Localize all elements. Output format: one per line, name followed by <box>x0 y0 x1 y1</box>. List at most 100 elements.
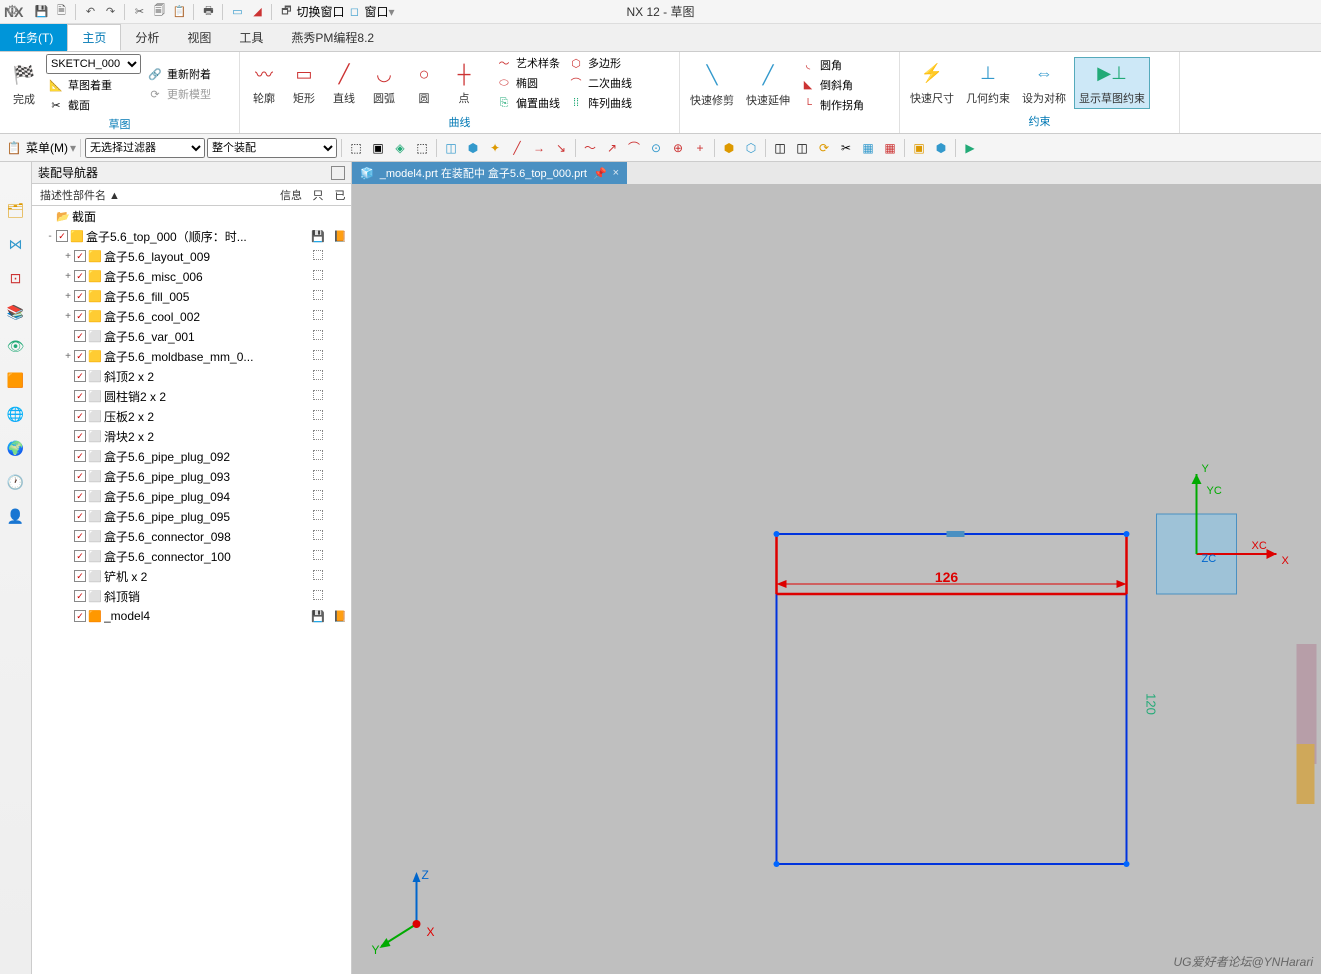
corner-button[interactable]: └制作拐角 <box>798 96 866 114</box>
expand-icon[interactable]: + <box>62 291 74 302</box>
window-icon[interactable]: ◻ <box>346 4 362 20</box>
fb-icon-4[interactable]: ⬚ <box>412 138 432 158</box>
extend-button[interactable]: ╱快速延伸 <box>742 60 794 110</box>
fb-icon-22[interactable]: ✂ <box>836 138 856 158</box>
rail-role-icon[interactable]: 👤 <box>4 504 28 528</box>
conic-button[interactable]: ⌒二次曲线 <box>566 74 634 92</box>
checkbox-icon[interactable]: ✓ <box>74 450 86 462</box>
fb-icon-8[interactable]: ╱ <box>507 138 527 158</box>
expand-icon[interactable]: + <box>62 351 74 362</box>
fb-icon-3[interactable]: ◈ <box>390 138 410 158</box>
window-menu-label[interactable]: 窗口 <box>364 3 388 20</box>
gear-icon[interactable]: ⚙ <box>6 2 19 19</box>
expand-icon[interactable]: + <box>62 271 74 282</box>
tab-pin-icon[interactable]: 📌 <box>593 167 607 180</box>
tree-row[interactable]: ✓ ⬜ 盒子5.6_pipe_plug_092 <box>32 446 351 466</box>
expand-icon[interactable]: + <box>62 251 74 262</box>
tree-row[interactable]: + ✓ 🟨 盒子5.6_layout_009 <box>32 246 351 266</box>
undo-icon[interactable]: ↶ <box>82 4 98 20</box>
pattern-button[interactable]: ⁞⁞阵列曲线 <box>566 94 634 112</box>
col-name[interactable]: 描述性部件名 <box>40 190 106 202</box>
fb-icon-18[interactable]: ⬡ <box>741 138 761 158</box>
reattach-button[interactable]: 🔗重新附着 <box>145 65 213 83</box>
circle-button[interactable]: ○圆 <box>406 58 442 108</box>
dim-text[interactable]: 126 <box>935 569 959 585</box>
fb-icon-24[interactable]: ▦ <box>880 138 900 158</box>
fb-icon-19[interactable]: ◫ <box>770 138 790 158</box>
save-icon[interactable]: 💾 <box>33 4 49 20</box>
fb-icon-1[interactable]: ⬚ <box>346 138 366 158</box>
orient-button[interactable]: 📐草图着重 <box>46 76 141 94</box>
paste-icon[interactable]: 📋 <box>171 4 187 20</box>
redo-icon[interactable]: ↷ <box>102 4 118 20</box>
tree-row[interactable]: + ✓ 🟨 盒子5.6_misc_006 <box>32 266 351 286</box>
copy-icon[interactable]: 🗐 <box>151 4 167 20</box>
geom-cons-button[interactable]: ⊥几何约束 <box>962 58 1014 108</box>
chamfer-button[interactable]: ◣倒斜角 <box>798 76 866 94</box>
checkbox-icon[interactable]: ✓ <box>56 230 68 242</box>
rail-constraint-icon[interactable]: ⋈ <box>4 232 28 256</box>
assembly-tree[interactable]: 📂 截面 - ✓ 🟨 盒子5.6_top_000（顺序：时... 💾 📙 + ✓… <box>32 206 351 974</box>
checkbox-icon[interactable]: ✓ <box>74 490 86 502</box>
tree-row[interactable]: + ✓ 🟨 盒子5.6_moldbase_mm_0... <box>32 346 351 366</box>
fb-icon-26[interactable]: ⬢ <box>931 138 951 158</box>
tab-analysis[interactable]: 分析 <box>121 24 173 51</box>
checkbox-icon[interactable]: ✓ <box>74 510 86 522</box>
tab-pm[interactable]: 燕秀PM编程8.2 <box>277 24 388 51</box>
sketch-name-select[interactable]: SKETCH_000 <box>46 54 141 74</box>
expand-icon[interactable]: + <box>62 311 74 322</box>
checkbox-icon[interactable]: ✓ <box>74 350 86 362</box>
rail-part-navigator-icon[interactable]: 🗂 <box>4 198 28 222</box>
offset-button[interactable]: ⎘偏置曲线 <box>494 94 562 112</box>
fb-icon-14[interactable]: ⊙ <box>646 138 666 158</box>
fb-icon-23[interactable]: ▦ <box>858 138 878 158</box>
pin-icon[interactable] <box>331 166 345 180</box>
checkbox-icon[interactable]: ✓ <box>74 410 86 422</box>
file-tab-active[interactable]: 🧊 _model4.prt 在装配中 盒子5.6_top_000.prt 📌 × <box>352 162 627 184</box>
tree-row[interactable]: ✓ 🟧 _model4 💾 📙 <box>32 606 351 626</box>
checkbox-icon[interactable]: ✓ <box>74 550 86 562</box>
fb-icon-15[interactable]: ⊕ <box>668 138 688 158</box>
tree-row[interactable]: + ✓ 🟨 盒子5.6_fill_005 <box>32 286 351 306</box>
rail-browser-icon[interactable]: 🌍 <box>4 436 28 460</box>
trim-button[interactable]: ╲快速修剪 <box>686 60 738 110</box>
layer-icon[interactable]: ▭ <box>229 4 245 20</box>
checkbox-icon[interactable]: ✓ <box>74 610 86 622</box>
rail-layer-icon[interactable]: ⊡ <box>4 266 28 290</box>
checkbox-icon[interactable]: ✓ <box>74 370 86 382</box>
tree-row[interactable]: ✓ ⬜ 盒子5.6_connector_098 <box>32 526 351 546</box>
fb-icon-27[interactable]: ▶ <box>960 138 980 158</box>
show-cons-button[interactable]: ▶⊥显示草图约束 <box>1074 57 1150 109</box>
checkbox-icon[interactable]: ✓ <box>74 570 86 582</box>
tree-row[interactable]: + ✓ 🟨 盒子5.6_cool_002 <box>32 306 351 326</box>
sketch-point[interactable] <box>1124 531 1130 537</box>
tree-row[interactable]: ✓ ⬜ 斜顶2 x 2 <box>32 366 351 386</box>
tree-row[interactable]: ✓ ⬜ 压板2 x 2 <box>32 406 351 426</box>
tree-row[interactable]: ✓ ⬜ 滑块2 x 2 <box>32 426 351 446</box>
rail-web-icon[interactable]: 🌐 <box>4 402 28 426</box>
tree-row[interactable]: ✓ ⬜ 盒子5.6_pipe_plug_094 <box>32 486 351 506</box>
polygon-button[interactable]: ⬡多边形 <box>566 54 634 72</box>
fb-icon-11[interactable]: 〜 <box>580 138 600 158</box>
checkbox-icon[interactable]: ✓ <box>74 590 86 602</box>
menu-icon[interactable]: 📋 <box>4 138 24 158</box>
tree-row[interactable]: - ✓ 🟨 盒子5.6_top_000（顺序：时... 💾 📙 <box>32 226 351 246</box>
tree-row[interactable]: ✓ ⬜ 盒子5.6_pipe_plug_093 <box>32 466 351 486</box>
fb-icon-2[interactable]: ▣ <box>368 138 388 158</box>
tree-row[interactable]: ✓ ⬜ 盒子5.6_pipe_plug_095 <box>32 506 351 526</box>
fb-icon-25[interactable]: ▣ <box>909 138 929 158</box>
tree-row[interactable]: 📂 截面 <box>32 206 351 226</box>
checkbox-icon[interactable]: ✓ <box>74 250 86 262</box>
rapid-dim-button[interactable]: ⚡快速尺寸 <box>906 58 958 108</box>
rect-button[interactable]: ▭矩形 <box>286 58 322 108</box>
print-icon[interactable]: 🖶 <box>200 4 216 20</box>
col-info[interactable]: 信息 <box>275 187 307 203</box>
tree-row[interactable]: ✓ ⬜ 盒子5.6_var_001 <box>32 326 351 346</box>
fb-icon-21[interactable]: ⟳ <box>814 138 834 158</box>
arc-button[interactable]: ◡圆弧 <box>366 58 402 108</box>
checkbox-icon[interactable]: ✓ <box>74 470 86 482</box>
tree-row[interactable]: ✓ ⬜ 斜顶销 <box>32 586 351 606</box>
scope-select[interactable]: 整个装配 <box>207 138 337 158</box>
sketch-point[interactable] <box>1124 861 1130 867</box>
checkbox-icon[interactable]: ✓ <box>74 270 86 282</box>
